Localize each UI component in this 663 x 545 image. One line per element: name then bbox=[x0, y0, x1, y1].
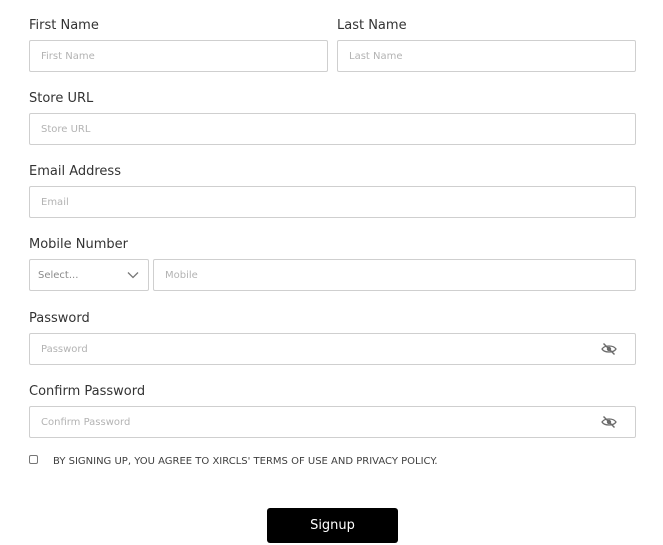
country-code-selected-value: Select... bbox=[38, 270, 79, 281]
terms-checkbox[interactable] bbox=[29, 455, 38, 464]
chevron-down-icon bbox=[127, 272, 139, 279]
signup-form: First Name Last Name Store URL Email Add… bbox=[0, 0, 663, 545]
confirm-password-input[interactable] bbox=[29, 406, 636, 438]
store-url-label: Store URL bbox=[29, 91, 94, 106]
email-label: Email Address bbox=[29, 164, 121, 179]
last-name-input[interactable] bbox=[337, 40, 636, 72]
mobile-number-label: Mobile Number bbox=[29, 237, 128, 252]
first-name-label: First Name bbox=[29, 18, 99, 33]
signup-button[interactable]: Signup bbox=[267, 508, 398, 543]
eye-slash-icon[interactable] bbox=[601, 415, 617, 429]
terms-text: BY SIGNING UP, YOU AGREE TO XIRCLS' TERM… bbox=[53, 456, 438, 467]
country-code-select[interactable]: Select... bbox=[29, 259, 149, 291]
last-name-label: Last Name bbox=[337, 18, 407, 33]
password-label: Password bbox=[29, 311, 90, 326]
eye-slash-icon[interactable] bbox=[601, 342, 617, 356]
first-name-input[interactable] bbox=[29, 40, 328, 72]
confirm-password-label: Confirm Password bbox=[29, 384, 146, 399]
email-input[interactable] bbox=[29, 186, 636, 218]
password-input[interactable] bbox=[29, 333, 636, 365]
store-url-input[interactable] bbox=[29, 113, 636, 145]
mobile-input[interactable] bbox=[153, 259, 636, 291]
